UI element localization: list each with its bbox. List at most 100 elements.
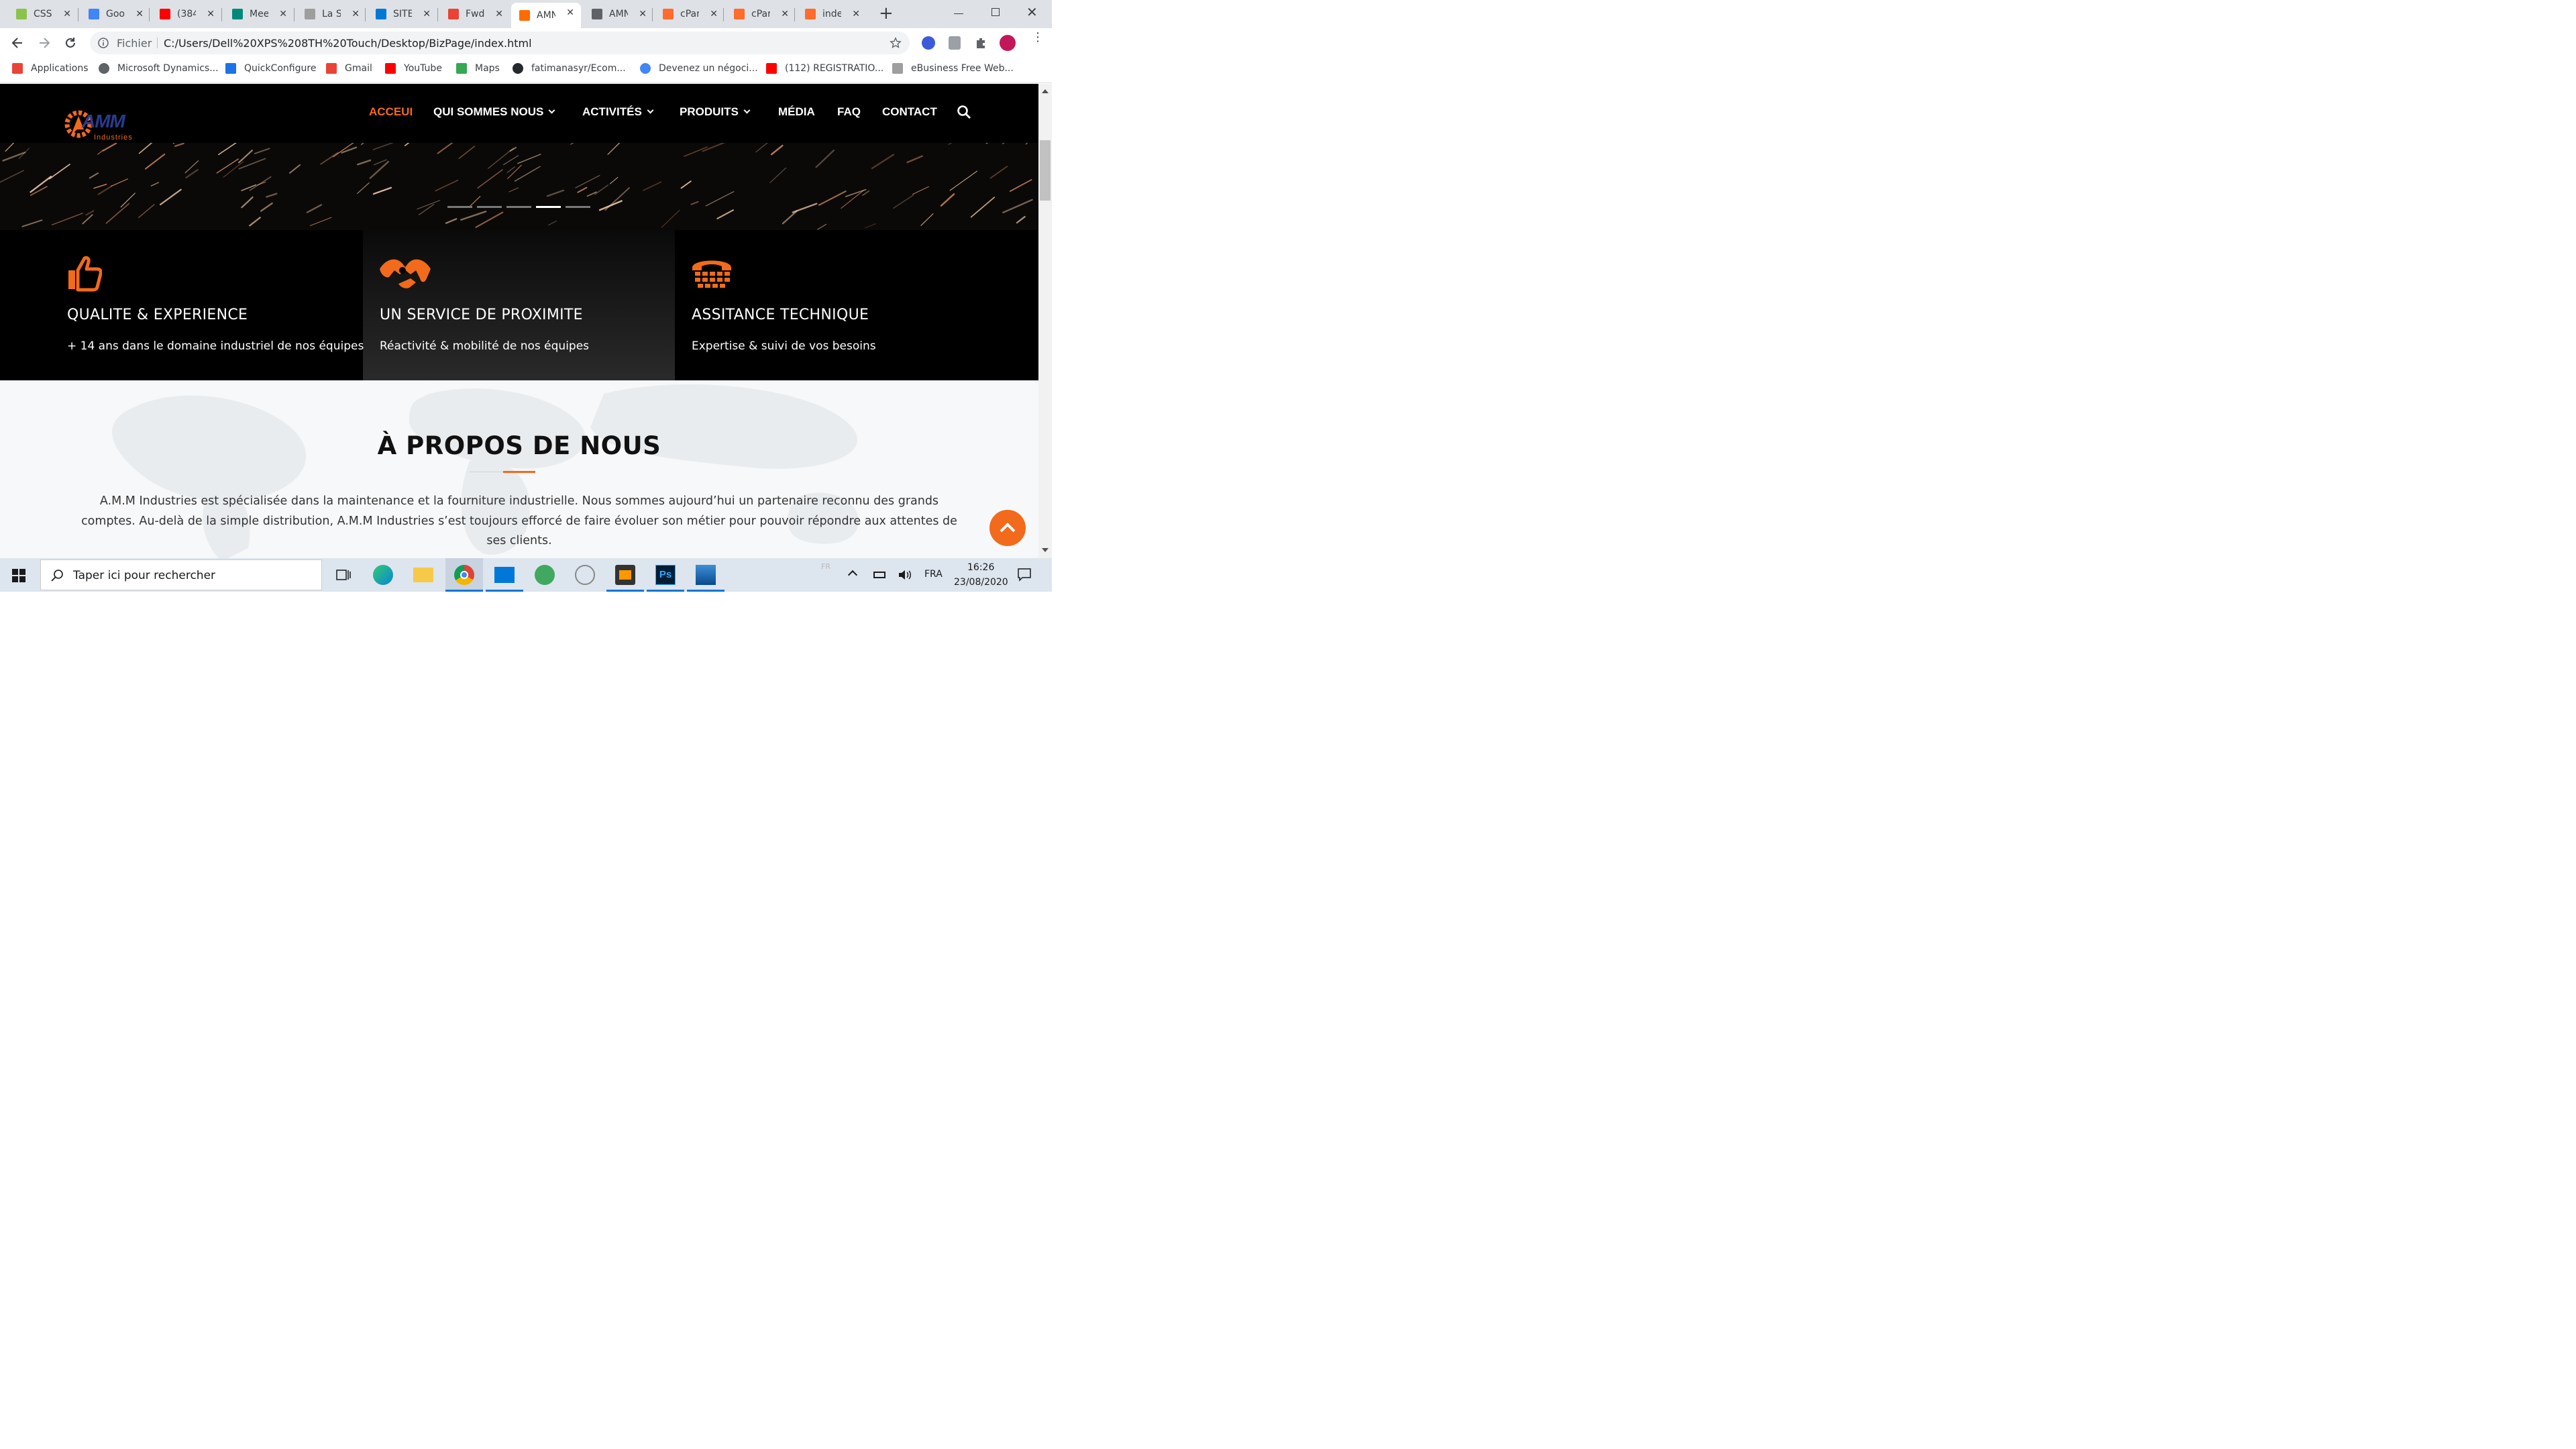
nav-link[interactable]: ACTIVITÉS xyxy=(582,105,654,119)
browser-tab[interactable]: (384 ✕ xyxy=(152,4,221,24)
tab-title: Fwd xyxy=(466,9,484,19)
cpanel-favicon-icon xyxy=(663,9,674,19)
back-arrow-icon[interactable] xyxy=(11,36,24,50)
bookmark-item[interactable]: Maps xyxy=(456,63,500,74)
new-tab-button[interactable]: + xyxy=(879,4,894,23)
carousel-indicator[interactable] xyxy=(477,206,502,208)
atom-icon[interactable] xyxy=(535,565,555,585)
feature-description: Réactivité & mobilité de nos équipes xyxy=(380,339,590,353)
scroll-up-arrow[interactable] xyxy=(1042,89,1049,93)
restore-button[interactable] xyxy=(991,8,1000,16)
tab-close-icon[interactable]: ✕ xyxy=(566,7,574,18)
info-icon[interactable] xyxy=(98,38,109,48)
mail-icon[interactable] xyxy=(494,567,515,583)
address-bar[interactable]: Fichier C:/Users/Dell%20XPS%208TH%20Touc… xyxy=(90,32,910,54)
scroll-down-arrow[interactable] xyxy=(1042,548,1049,552)
sublime-text-icon[interactable] xyxy=(615,565,635,585)
tab-close-icon[interactable]: ✕ xyxy=(207,9,215,19)
shopping-extension-icon[interactable] xyxy=(949,36,961,50)
bookmark-item[interactable]: eBusiness Free Web... xyxy=(892,63,1014,74)
bookmark-star-icon[interactable] xyxy=(890,37,902,49)
browser-tab[interactable]: Fwd ✕ xyxy=(440,4,510,24)
address-url[interactable]: C:/Users/Dell%20XPS%208TH%20Touch/Deskto… xyxy=(164,37,532,50)
battery-icon[interactable] xyxy=(873,572,885,578)
page-scrollbar[interactable] xyxy=(1038,84,1052,558)
photoshop-icon[interactable]: Ps xyxy=(655,565,676,585)
nav-link[interactable]: QUI SOMMES NOUS xyxy=(433,105,555,119)
browser-tab[interactable]: CSS ✕ xyxy=(8,4,78,24)
chrome-icon[interactable] xyxy=(454,565,474,585)
nav-link[interactable]: PRODUITS xyxy=(680,105,751,119)
volume-icon[interactable] xyxy=(898,568,912,582)
extension-icon[interactable] xyxy=(922,36,935,50)
gmail-favicon-icon xyxy=(448,9,459,19)
meet-favicon-icon xyxy=(232,9,243,19)
minimize-button[interactable] xyxy=(954,13,963,14)
tab-close-icon[interactable]: ✕ xyxy=(423,9,431,19)
back-to-top-button[interactable] xyxy=(989,510,1026,546)
tab-separator xyxy=(437,8,438,21)
edge-icon[interactable] xyxy=(373,565,393,585)
tab-close-icon[interactable]: ✕ xyxy=(279,9,287,19)
nav-link[interactable]: MÉDIA xyxy=(778,105,815,119)
show-hidden-icons-chevron-icon[interactable] xyxy=(847,570,858,580)
tab-title: Goo xyxy=(106,9,125,19)
close-window-button[interactable]: ✕ xyxy=(1026,4,1038,20)
nav-link[interactable]: ACCEUI xyxy=(369,105,413,119)
tab-close-icon[interactable]: ✕ xyxy=(710,9,718,19)
b-favicon-icon xyxy=(305,9,315,19)
browser-tab[interactable]: La S ✕ xyxy=(297,4,366,24)
carousel-indicator[interactable] xyxy=(506,206,531,208)
bookmark-item[interactable]: (112) REGISTRATIO... xyxy=(766,63,883,74)
taskbar-search-box[interactable]: Taper ici pour rechercher xyxy=(40,559,322,590)
browser-tab[interactable]: Mee ✕ xyxy=(224,4,294,24)
carousel-indicator[interactable] xyxy=(536,206,561,208)
menu-kebab-icon[interactable]: ⋮ xyxy=(1032,32,1044,44)
browser-tab[interactable]: inde ✕ xyxy=(797,4,867,24)
tab-close-icon[interactable]: ✕ xyxy=(852,9,860,19)
tab-close-icon[interactable]: ✕ xyxy=(781,9,789,19)
browser-tab[interactable]: cPar ✕ xyxy=(655,4,724,24)
bookmark-label: fatimanasyr/Ecom... xyxy=(531,63,626,74)
photos-icon[interactable] xyxy=(696,565,716,585)
reload-icon[interactable] xyxy=(64,36,77,50)
forward-arrow-icon[interactable] xyxy=(38,36,51,50)
bookmark-item[interactable]: YouTube xyxy=(385,63,442,74)
clock-time[interactable]: 16:26 xyxy=(967,562,994,573)
tab-close-icon[interactable]: ✕ xyxy=(63,9,71,19)
browser-tab[interactable]: SITE ✕ xyxy=(368,4,437,24)
task-view-icon[interactable] xyxy=(333,565,353,585)
windows-start-icon[interactable] xyxy=(12,569,25,582)
browser-tab[interactable]: Goo ✕ xyxy=(80,4,150,24)
nav-link[interactable]: CONTACT xyxy=(882,105,937,119)
tab-title: AMN xyxy=(537,10,555,21)
snipping-tool-icon[interactable] xyxy=(575,565,595,585)
globe-favicon-icon xyxy=(592,9,602,19)
tab-close-icon[interactable]: ✕ xyxy=(352,9,360,19)
browser-tab[interactable]: AMN ✕ xyxy=(511,3,581,28)
bookmark-item[interactable]: Devenez un négoci... xyxy=(640,63,758,74)
profile-avatar[interactable] xyxy=(1000,35,1016,51)
bookmark-item[interactable]: Gmail xyxy=(326,63,372,74)
site-logo[interactable]: AMM Industries xyxy=(64,108,144,142)
clock-date[interactable]: 23/08/2020 xyxy=(954,577,1008,588)
bookmark-item[interactable]: QuickConfigure xyxy=(225,63,316,74)
bookmark-item[interactable]: fatimanasyr/Ecom... xyxy=(513,63,626,74)
nav-link[interactable]: FAQ xyxy=(837,105,861,119)
tab-close-icon[interactable]: ✕ xyxy=(136,9,144,19)
scroll-thumb[interactable] xyxy=(1040,140,1051,201)
browser-tab[interactable]: cPar ✕ xyxy=(726,4,796,24)
puzzle-icon[interactable] xyxy=(974,36,987,50)
file-explorer-icon[interactable] xyxy=(413,568,433,582)
language-indicator[interactable]: FRA xyxy=(924,569,943,580)
bookmark-item[interactable]: Microsoft Dynamics... xyxy=(99,63,219,74)
browser-tab[interactable]: AMN ✕ xyxy=(584,4,653,24)
notification-icon[interactable] xyxy=(1017,568,1032,582)
carousel-indicator[interactable] xyxy=(447,206,472,208)
tab-separator xyxy=(723,8,724,21)
tab-close-icon[interactable]: ✕ xyxy=(495,9,503,19)
search-icon[interactable] xyxy=(957,105,971,119)
tab-close-icon[interactable]: ✕ xyxy=(639,9,647,19)
carousel-indicator[interactable] xyxy=(566,206,590,208)
bookmark-item[interactable]: Applications xyxy=(12,63,89,74)
